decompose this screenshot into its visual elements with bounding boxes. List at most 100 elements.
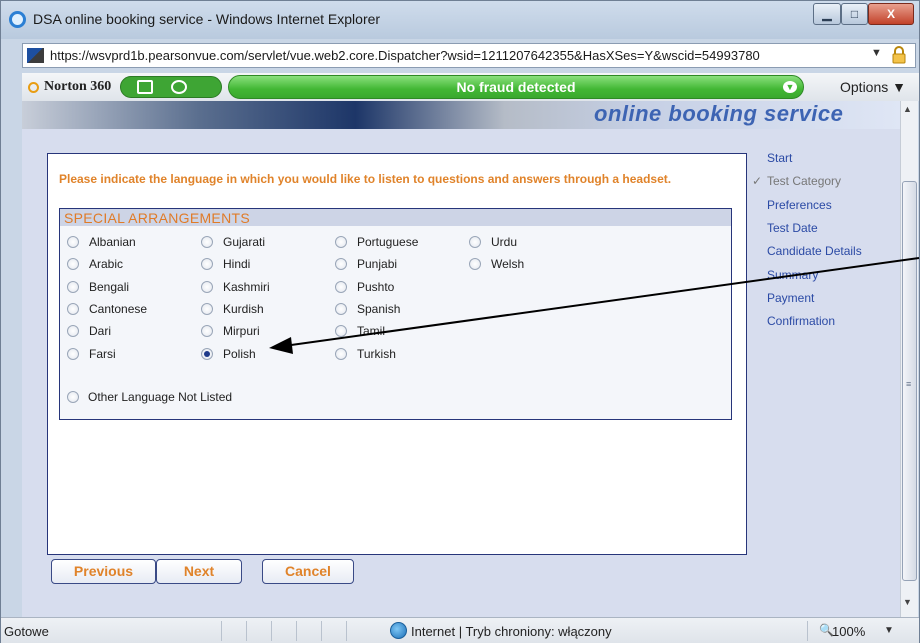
nav-item-preferences[interactable]: Preferences: [767, 198, 832, 212]
nav-item-payment[interactable]: Payment: [767, 291, 814, 305]
lock-icon[interactable]: [891, 46, 907, 64]
next-button[interactable]: Next: [156, 559, 242, 584]
radio-cantonese[interactable]: [67, 302, 79, 315]
scroll-up-icon[interactable]: ▲: [903, 104, 912, 114]
status-divider: [296, 621, 297, 641]
check-icon: ✓: [752, 174, 763, 189]
radio-turkish[interactable]: [335, 347, 347, 360]
language-label-kurdish[interactable]: Kurdish: [223, 302, 264, 316]
language-label-polish[interactable]: Polish: [223, 347, 256, 361]
vertical-scrollbar[interactable]: ▲ ≡ ▼: [900, 101, 918, 617]
radio-other-language[interactable]: [67, 391, 79, 403]
cancel-button[interactable]: Cancel: [262, 559, 354, 584]
nav-item-start[interactable]: Start: [767, 151, 792, 165]
language-label-dari[interactable]: Dari: [89, 324, 111, 338]
browser-window: DSA online booking service - Windows Int…: [0, 0, 920, 643]
radio-farsi[interactable]: [67, 347, 79, 360]
radio-albanian[interactable]: [67, 236, 79, 248]
nav-item-test-date[interactable]: Test Date: [767, 221, 818, 235]
security-zone-text[interactable]: Internet | Tryb chroniony: włączony: [411, 624, 612, 639]
language-label-spanish[interactable]: Spanish: [357, 302, 400, 316]
radio-pushto[interactable]: [335, 280, 347, 293]
scroll-thumb[interactable]: ≡: [902, 181, 917, 581]
radio-punjabi[interactable]: [335, 258, 347, 271]
window-title: DSA online booking service - Windows Int…: [33, 11, 381, 27]
radio-bengali[interactable]: [67, 280, 79, 293]
radio-arabic[interactable]: [67, 258, 79, 271]
status-divider: [321, 621, 322, 641]
close-button[interactable]: X: [868, 3, 914, 25]
radio-mirpuri[interactable]: [201, 325, 213, 338]
instruction-text: Please indicate the language in which yo…: [59, 172, 672, 186]
options-menu[interactable]: Options ▼: [840, 79, 906, 95]
nav-item-label: Test Category: [767, 174, 842, 189]
language-label-turkish[interactable]: Turkish: [357, 347, 396, 361]
address-url[interactable]: https://wsvprd1b.pearsonvue.com/servlet/…: [50, 48, 760, 63]
status-divider: [246, 621, 247, 641]
norton-tools-group[interactable]: [120, 76, 222, 98]
language-label-farsi[interactable]: Farsi: [89, 347, 116, 361]
nav-item-summary[interactable]: Summary: [767, 268, 818, 282]
nav-item-label: Confirmation: [767, 314, 836, 329]
language-label-punjabi[interactable]: Punjabi: [357, 257, 397, 271]
norton-check-icon: [28, 82, 39, 93]
status-text: Gotowe: [4, 624, 49, 639]
radio-gujarati[interactable]: [201, 236, 213, 248]
nav-item-test-category[interactable]: ✓ Test Category: [752, 174, 842, 189]
other-language-label[interactable]: Other Language Not Listed: [88, 390, 232, 404]
language-label-cantonese[interactable]: Cantonese: [89, 302, 147, 316]
radio-urdu[interactable]: [469, 236, 481, 248]
radio-dari[interactable]: [67, 325, 79, 338]
language-label-arabic[interactable]: Arabic: [89, 257, 123, 271]
computer-icon[interactable]: [137, 80, 153, 94]
globe-icon[interactable]: [171, 80, 187, 94]
nav-item-label: Preferences: [767, 197, 832, 212]
site-favicon-icon: [27, 48, 44, 63]
minimize-button[interactable]: ▁: [813, 3, 841, 25]
radio-hindi[interactable]: [201, 258, 213, 271]
radio-portuguese[interactable]: [335, 236, 347, 248]
language-label-mirpuri[interactable]: Mirpuri: [223, 324, 260, 338]
language-label-bengali[interactable]: Bengali: [89, 280, 129, 294]
radio-welsh[interactable]: [469, 258, 481, 271]
nav-item-label: Candidate Details: [767, 244, 862, 259]
radio-polish[interactable]: [201, 347, 213, 360]
language-label-welsh[interactable]: Welsh: [491, 257, 524, 271]
language-label-gujarati[interactable]: Gujarati: [223, 235, 265, 249]
radio-kurdish[interactable]: [201, 302, 213, 315]
internet-explorer-icon: [9, 11, 26, 28]
previous-button[interactable]: Previous: [51, 559, 156, 584]
zoom-level[interactable]: 100%: [832, 624, 865, 639]
language-label-albanian[interactable]: Albanian: [89, 235, 136, 249]
zoom-dropdown-icon[interactable]: ▼: [884, 625, 894, 636]
nav-item-label: Payment: [767, 290, 815, 305]
nav-item-label: Test Date: [767, 220, 818, 235]
radio-tamil[interactable]: [335, 325, 347, 338]
scroll-grip-icon: ≡: [906, 379, 912, 389]
nav-item-label: Summary: [767, 267, 819, 282]
address-bar[interactable]: https://wsvprd1b.pearsonvue.com/servlet/…: [22, 43, 916, 68]
section-header: SPECIAL ARRANGEMENTS: [60, 209, 731, 226]
internet-zone-globe-icon: [390, 622, 407, 639]
nav-item-confirmation[interactable]: Confirmation: [767, 314, 835, 328]
language-label-urdu[interactable]: Urdu: [491, 235, 517, 249]
language-label-portuguese[interactable]: Portuguese: [357, 235, 418, 249]
norton-label: Norton 360: [44, 79, 112, 94]
language-label-pushto[interactable]: Pushto: [357, 280, 394, 294]
title-bar: DSA online booking service - Windows Int…: [1, 1, 919, 39]
radio-kashmiri[interactable]: [201, 280, 213, 293]
chevron-down-icon[interactable]: ▼: [783, 81, 797, 93]
status-divider: [807, 621, 808, 641]
language-label-tamil[interactable]: Tamil: [357, 324, 385, 338]
language-label-hindi[interactable]: Hindi: [223, 257, 250, 271]
status-divider: [346, 621, 347, 641]
maximize-button[interactable]: □: [841, 3, 868, 25]
language-label-kashmiri[interactable]: Kashmiri: [223, 280, 270, 294]
fraud-status-bar[interactable]: No fraud detected ▼: [228, 75, 804, 99]
scroll-down-icon[interactable]: ▼: [903, 597, 912, 607]
norton-toolbar: Norton 360 No fraud detected ▼ Options ▼: [22, 73, 919, 101]
address-dropdown-icon[interactable]: ▼: [871, 47, 882, 59]
nav-item-candidate-details[interactable]: Candidate Details: [767, 244, 862, 258]
radio-spanish[interactable]: [335, 302, 347, 315]
status-bar: Gotowe Internet | Tryb chroniony: włączo…: [1, 617, 919, 643]
